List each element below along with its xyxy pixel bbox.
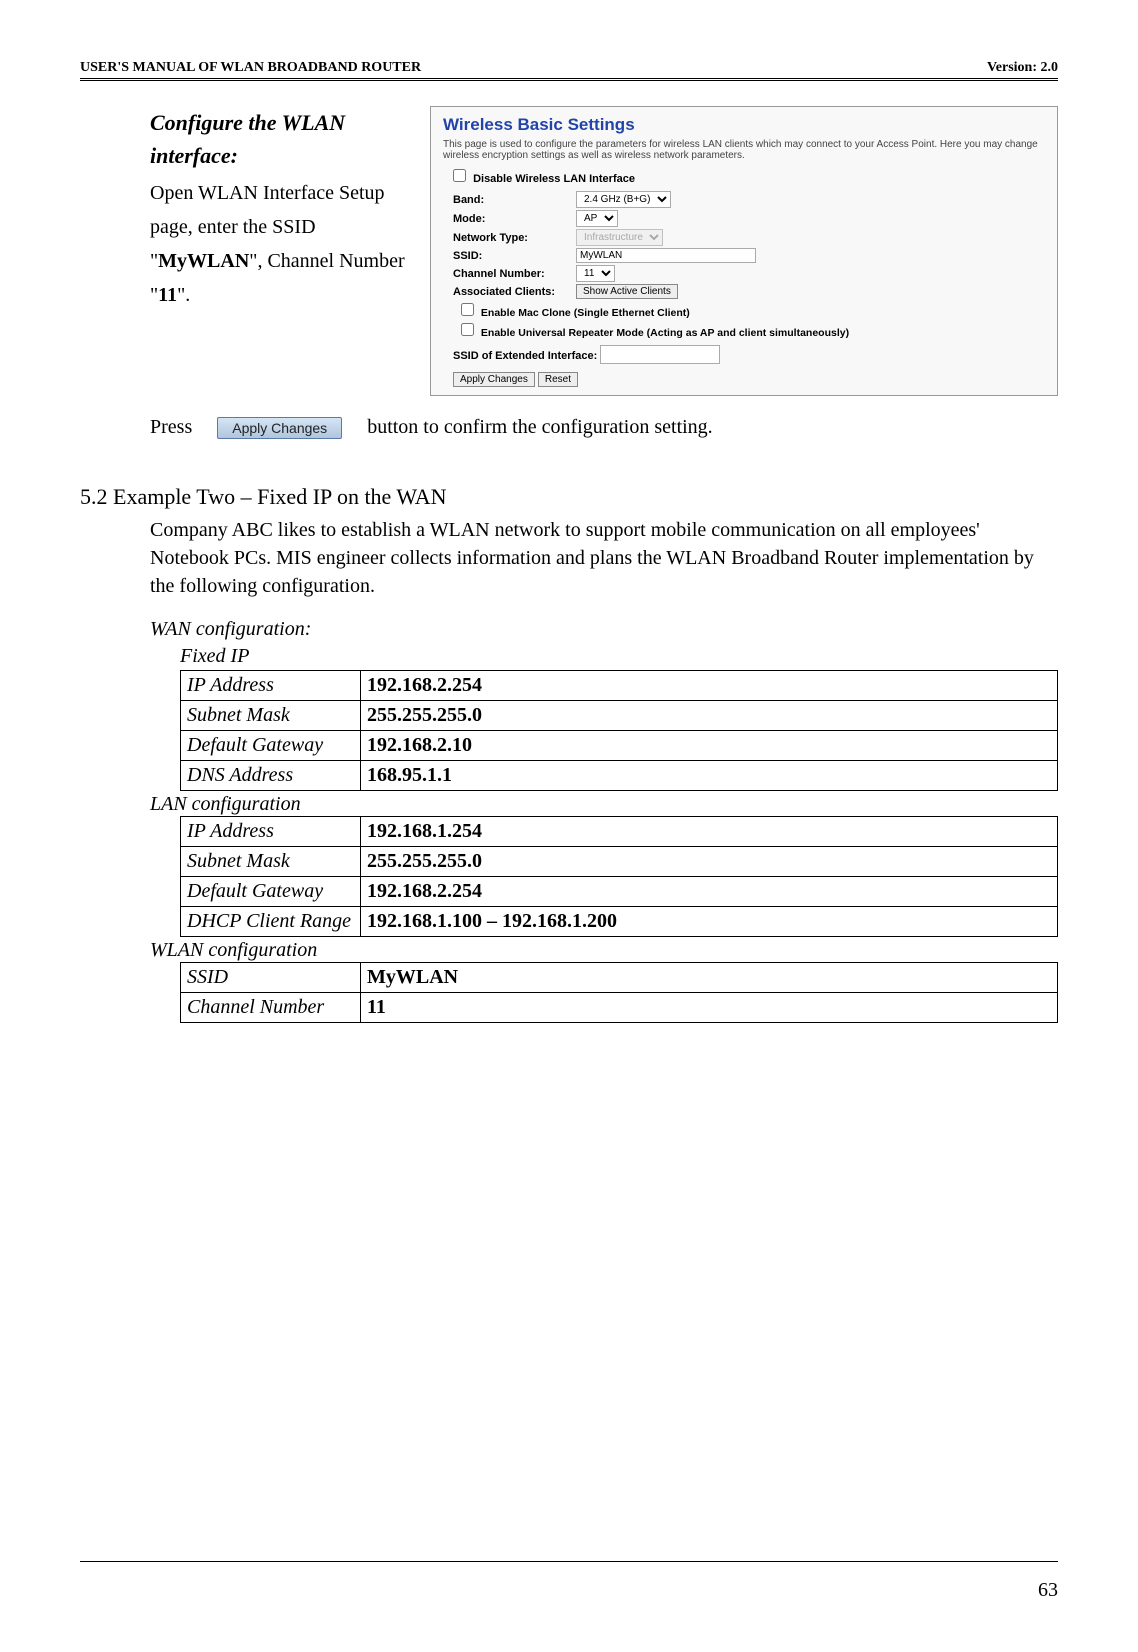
repeater-row: Enable Universal Repeater Mode (Acting a… [461, 323, 1045, 339]
configure-text-block: Configure the WLAN interface: Open WLAN … [150, 106, 410, 396]
document-header: USER'S MANUAL OF WLAN BROADBAND ROUTER V… [80, 60, 1058, 81]
disable-wireless-row: Disable Wireless LAN Interface [453, 169, 1045, 185]
mode-row: Mode: AP [453, 210, 1045, 227]
band-row: Band: 2.4 GHz (B+G) [453, 191, 1045, 208]
lan-value: 192.168.2.254 [361, 877, 1058, 907]
lan-value: 255.255.255.0 [361, 847, 1058, 877]
press-after-text: button to confirm the configuration sett… [367, 416, 713, 439]
configure-channel: 11 [158, 284, 177, 306]
wan-key: Subnet Mask [181, 701, 361, 731]
wlan-value: 11 [361, 993, 1058, 1023]
wan-config-table: IP Address192.168.2.254 Subnet Mask255.2… [180, 670, 1058, 791]
band-select[interactable]: 2.4 GHz (B+G) [576, 191, 671, 208]
disable-wireless-checkbox[interactable] [453, 169, 466, 182]
header-version: Version: 2.0 [987, 60, 1058, 76]
wlan-key: Channel Number [181, 993, 361, 1023]
wireless-settings-panel: Wireless Basic Settings This page is use… [430, 106, 1058, 396]
table-row: Subnet Mask255.255.255.0 [181, 701, 1058, 731]
configure-wlan-section: Configure the WLAN interface: Open WLAN … [150, 106, 1058, 396]
table-row: IP Address192.168.1.254 [181, 817, 1058, 847]
assoc-clients-row: Associated Clients: Show Active Clients [453, 284, 1045, 299]
wlan-key: SSID [181, 963, 361, 993]
ssid-input[interactable] [576, 248, 756, 263]
network-type-label: Network Type: [453, 232, 568, 244]
lan-value: 192.168.1.100 – 192.168.1.200 [361, 907, 1058, 937]
configure-title: Configure the WLAN interface: [150, 106, 410, 172]
table-row: Subnet Mask255.255.255.0 [181, 847, 1058, 877]
table-row: Channel Number11 [181, 993, 1058, 1023]
lan-config-table: IP Address192.168.1.254 Subnet Mask255.2… [180, 816, 1058, 937]
lan-value: 192.168.1.254 [361, 817, 1058, 847]
disable-wireless-label: Disable Wireless LAN Interface [473, 173, 635, 185]
press-text: Press [150, 416, 192, 439]
ssid-extended-row: SSID of Extended Interface: [453, 345, 1045, 364]
network-type-select: Infrastructure [576, 229, 663, 246]
lan-key: Subnet Mask [181, 847, 361, 877]
fixed-ip-label: Fixed IP [180, 645, 1058, 668]
wan-config-label: WAN configuration: [150, 618, 1058, 641]
wan-value: 192.168.2.10 [361, 731, 1058, 761]
configure-ssid: MyWLAN [158, 250, 249, 272]
section-5-2-body: Company ABC likes to establish a WLAN ne… [150, 516, 1058, 600]
table-row: Default Gateway192.168.2.10 [181, 731, 1058, 761]
lan-key: DHCP Client Range [181, 907, 361, 937]
mac-clone-row: Enable Mac Clone (Single Ethernet Client… [461, 303, 1045, 319]
panel-title: Wireless Basic Settings [443, 115, 1045, 135]
wlan-value: MyWLAN [361, 963, 1058, 993]
table-row: DHCP Client Range192.168.1.100 – 192.168… [181, 907, 1058, 937]
ssid-row: SSID: [453, 248, 1045, 263]
table-row: Default Gateway192.168.2.254 [181, 877, 1058, 907]
configure-body: Open WLAN Interface Setup page, enter th… [150, 176, 410, 312]
channel-label: Channel Number: [453, 268, 568, 280]
assoc-clients-label: Associated Clients: [453, 286, 568, 298]
apply-changes-button[interactable]: Apply Changes [217, 417, 342, 439]
channel-select[interactable]: 11 [576, 265, 615, 282]
lan-key: Default Gateway [181, 877, 361, 907]
table-row: DNS Address168.95.1.1 [181, 761, 1058, 791]
ssid-extended-label: SSID of Extended Interface: [453, 350, 597, 362]
repeater-checkbox[interactable] [461, 323, 474, 336]
configure-body-suffix: ". [177, 284, 190, 306]
panel-reset-button[interactable]: Reset [538, 372, 578, 387]
table-row: IP Address192.168.2.254 [181, 671, 1058, 701]
wan-key: IP Address [181, 671, 361, 701]
lan-key: IP Address [181, 817, 361, 847]
mode-label: Mode: [453, 213, 568, 225]
footer-separator [80, 1561, 1058, 1562]
ssid-label: SSID: [453, 250, 568, 262]
show-active-clients-button[interactable]: Show Active Clients [576, 284, 678, 299]
channel-row: Channel Number: 11 [453, 265, 1045, 282]
mac-clone-label: Enable Mac Clone (Single Ethernet Client… [481, 307, 690, 319]
panel-description: This page is used to configure the param… [443, 139, 1045, 161]
table-row: SSIDMyWLAN [181, 963, 1058, 993]
section-5-2-heading: 5.2 Example Two – Fixed IP on the WAN [80, 484, 1058, 510]
wan-value: 255.255.255.0 [361, 701, 1058, 731]
page-number: 63 [1038, 1579, 1058, 1602]
wlan-config-table: SSIDMyWLAN Channel Number11 [180, 962, 1058, 1023]
press-row: Press Apply Changes button to confirm th… [150, 416, 1058, 439]
wan-value: 168.95.1.1 [361, 761, 1058, 791]
network-type-row: Network Type: Infrastructure [453, 229, 1045, 246]
wan-key: DNS Address [181, 761, 361, 791]
panel-button-row: Apply Changes Reset [453, 372, 1045, 387]
header-title: USER'S MANUAL OF WLAN BROADBAND ROUTER [80, 60, 421, 76]
mode-select[interactable]: AP [576, 210, 618, 227]
mac-clone-checkbox[interactable] [461, 303, 474, 316]
repeater-label: Enable Universal Repeater Mode (Acting a… [481, 327, 849, 339]
wan-key: Default Gateway [181, 731, 361, 761]
wlan-config-label: WLAN configuration [150, 939, 1058, 962]
ssid-extended-input[interactable] [600, 345, 720, 364]
panel-apply-changes-button[interactable]: Apply Changes [453, 372, 535, 387]
lan-config-label: LAN configuration [150, 793, 1058, 816]
wan-value: 192.168.2.254 [361, 671, 1058, 701]
band-label: Band: [453, 194, 568, 206]
